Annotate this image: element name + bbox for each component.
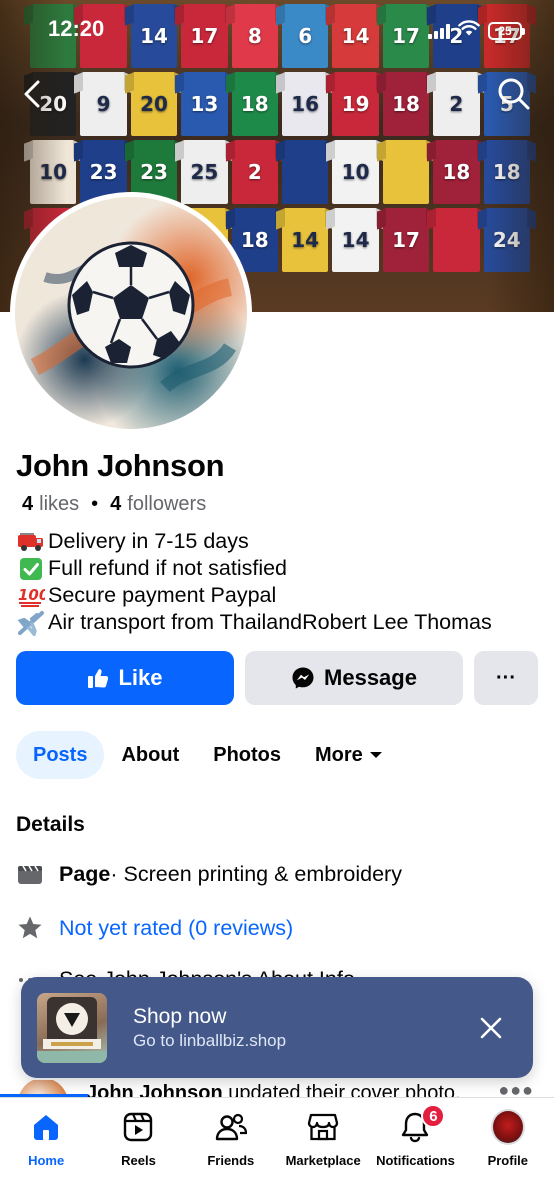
likes-count: 4 bbox=[22, 493, 34, 515]
tab-photos[interactable]: Photos bbox=[196, 731, 298, 779]
profile-picture[interactable] bbox=[10, 192, 252, 434]
nav-label: Profile bbox=[487, 1153, 529, 1168]
search-button[interactable] bbox=[496, 76, 532, 112]
messenger-icon bbox=[292, 667, 314, 689]
status-bar: 12:20 25 bbox=[0, 0, 554, 60]
star-icon bbox=[16, 914, 44, 942]
nav-home[interactable]: Home bbox=[0, 1098, 92, 1199]
check-mark-emoji-icon bbox=[16, 557, 46, 581]
nav-label: Reels bbox=[121, 1153, 156, 1168]
bio-line: 100 Secure payment Paypal bbox=[16, 582, 492, 609]
bio-text-payment: Secure payment Paypal bbox=[48, 583, 277, 607]
page-name: John Johnson bbox=[16, 448, 225, 483]
details-heading: Details bbox=[16, 813, 85, 836]
page-label: Page bbox=[59, 861, 111, 886]
bio-line: Air transport from ThailandRobert Lee Th… bbox=[16, 609, 492, 636]
reels-icon bbox=[121, 1110, 155, 1144]
status-time: 12:20 bbox=[48, 16, 105, 41]
bio-line: Full refund if not satisfied bbox=[16, 555, 492, 582]
nav-notifications[interactable]: 6 Notifications bbox=[369, 1098, 461, 1199]
friends-icon bbox=[214, 1110, 248, 1144]
thumbs-up-icon bbox=[88, 669, 109, 688]
likes-label: likes bbox=[39, 493, 80, 515]
action-buttons: Like Message ··· bbox=[16, 651, 538, 705]
profile-avatar bbox=[490, 1109, 525, 1145]
soccer-ball-image bbox=[15, 197, 247, 429]
page-stats[interactable]: 4 likes • 4 followers bbox=[22, 493, 206, 516]
tab-posts[interactable]: Posts bbox=[16, 731, 105, 779]
back-button[interactable] bbox=[14, 76, 50, 112]
bio-text-transport: Air transport from ThailandRobert Lee Th… bbox=[48, 610, 492, 634]
tab-about[interactable]: About bbox=[104, 731, 196, 779]
like-label: Like bbox=[118, 665, 163, 690]
ad-link: Go to linballbiz.shop bbox=[133, 1030, 287, 1050]
close-button[interactable] bbox=[471, 1008, 511, 1048]
page-category-row: Page · Screen printing & embroidery bbox=[16, 860, 402, 888]
fire-truck-emoji-icon bbox=[16, 530, 46, 554]
nav-label: Notifications bbox=[376, 1153, 455, 1168]
stats-separator: • bbox=[91, 493, 99, 515]
caret-down-icon bbox=[369, 752, 382, 758]
svg-text:100: 100 bbox=[18, 586, 45, 604]
nav-label: Marketplace bbox=[285, 1153, 361, 1168]
bio-line: Delivery in 7-15 days bbox=[16, 528, 492, 555]
airplane-emoji-icon bbox=[16, 610, 46, 636]
more-options-button[interactable]: ··· bbox=[474, 651, 538, 705]
nav-label: Friends bbox=[207, 1153, 255, 1168]
chevron-left-icon bbox=[24, 80, 40, 108]
followers-count: 4 bbox=[110, 493, 122, 515]
ad-thumbnail bbox=[37, 992, 107, 1063]
close-icon bbox=[480, 1017, 502, 1038]
page-bio: Delivery in 7-15 days Full refund if not… bbox=[16, 528, 492, 636]
search-icon bbox=[498, 78, 530, 110]
clapperboard-icon bbox=[16, 860, 44, 888]
bottom-navigation: Home Reels Friends Marketplace 6 Notific… bbox=[0, 1097, 554, 1199]
message-button[interactable]: Message bbox=[245, 651, 463, 705]
nav-marketplace[interactable]: Marketplace bbox=[277, 1098, 369, 1199]
nav-reels[interactable]: Reels bbox=[92, 1098, 184, 1199]
home-icon bbox=[29, 1110, 63, 1144]
tab-more[interactable]: More bbox=[298, 731, 400, 779]
tab-more-label: More bbox=[315, 743, 363, 766]
hundred-points-emoji-icon: 100 bbox=[16, 584, 46, 608]
wifi-icon bbox=[458, 20, 480, 41]
nav-friends[interactable]: Friends bbox=[185, 1098, 277, 1199]
page-category: · Screen printing & embroidery bbox=[110, 861, 402, 886]
bio-text-delivery: Delivery in 7-15 days bbox=[48, 529, 249, 553]
rating-text: Not yet rated (0 reviews) bbox=[59, 915, 294, 940]
marketplace-icon bbox=[306, 1110, 340, 1144]
post-action-text: updated their cover photo. bbox=[222, 1082, 461, 1098]
nav-label: Home bbox=[28, 1153, 65, 1168]
battery-icon: 25 bbox=[488, 21, 525, 40]
post-author-name: John Johnson bbox=[86, 1082, 223, 1098]
post-options-icon[interactable]: ●●● bbox=[498, 1080, 534, 1098]
bio-text-refund: Full refund if not satisfied bbox=[48, 556, 288, 580]
more-dots-icon: ··· bbox=[496, 666, 516, 689]
signal-icon bbox=[428, 23, 450, 39]
followers-label: followers bbox=[127, 493, 207, 515]
rating-row[interactable]: Not yet rated (0 reviews) bbox=[16, 914, 293, 942]
message-label: Message bbox=[324, 665, 417, 690]
like-button[interactable]: Like bbox=[16, 651, 234, 705]
shop-now-banner[interactable]: Shop now Go to linballbiz.shop bbox=[21, 977, 533, 1078]
nav-profile[interactable]: Profile bbox=[462, 1098, 554, 1199]
profile-tabs: Posts About Photos More bbox=[16, 731, 400, 779]
notification-badge: 6 bbox=[421, 1104, 446, 1128]
ad-title: Shop now bbox=[133, 1004, 227, 1028]
